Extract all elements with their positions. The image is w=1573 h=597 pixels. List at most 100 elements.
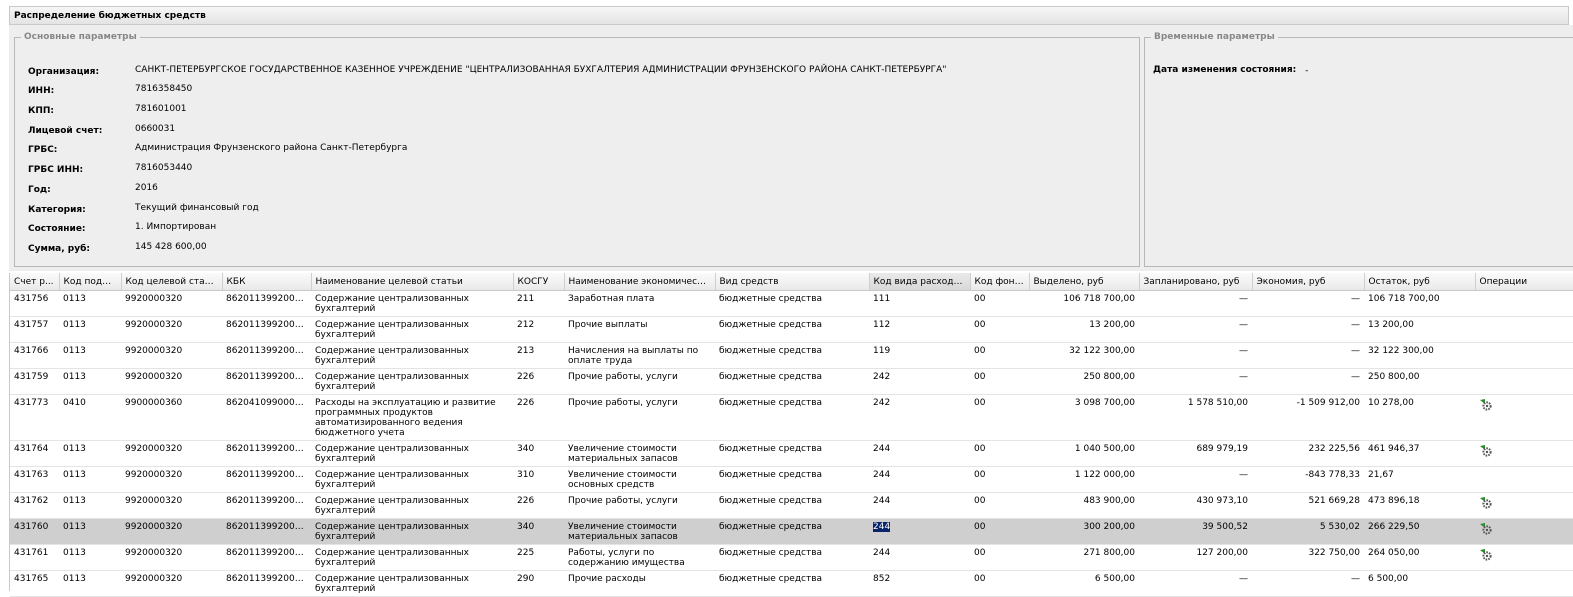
table-cell: Начисления на выплаты по оплате труда xyxy=(564,342,715,369)
table-cell: 431759 xyxy=(10,368,59,395)
table-cell: 213 xyxy=(513,342,564,369)
table-cell: 86204109900000... xyxy=(222,394,311,441)
column-header[interactable]: Счет р... xyxy=(10,273,60,291)
gear-icon[interactable] xyxy=(1479,444,1493,457)
column-header[interactable]: Наименование целевой статьи xyxy=(311,273,514,291)
column-header[interactable]: Вид средств xyxy=(715,273,870,291)
table-cell: 00 xyxy=(970,492,1029,519)
table-cell: бюджетные средства xyxy=(715,316,869,343)
param-value: 145 428 600,00 xyxy=(135,242,207,252)
operations-cell xyxy=(1475,342,1573,369)
column-header[interactable]: Экономия, руб xyxy=(1252,273,1365,291)
table-cell: 431762 xyxy=(10,492,59,519)
table-row[interactable]: 431756 0113 9920000320 86201139920000... Сод… xyxy=(10,290,1573,317)
table-cell: Увеличение стоимости основных средств xyxy=(564,466,715,493)
gear-icon[interactable] xyxy=(1479,548,1493,561)
param-value: 1. Импортирован xyxy=(135,222,217,232)
table-cell: Расходы на эксплуатацию и развитие прогр… xyxy=(311,394,513,441)
table-row[interactable]: 431765 0113 9920000320 86201139920000... Сод… xyxy=(10,570,1573,597)
table-row[interactable]: 431764 0113 9920000320 86201139920000... Сод… xyxy=(10,440,1573,467)
column-header[interactable]: Код подра... xyxy=(59,273,122,291)
table-cell: 266 229,50 xyxy=(1364,518,1475,545)
table-cell: бюджетные средства xyxy=(715,394,869,441)
table-row[interactable]: 431757 0113 9920000320 86201139920000... Сод… xyxy=(10,316,1573,343)
table-cell: — xyxy=(1252,290,1364,317)
table-cell: — xyxy=(1139,466,1252,493)
state-change-date-value: - xyxy=(1305,66,1309,76)
table-cell: 211 xyxy=(513,290,564,317)
table-row[interactable]: 431766 0113 9920000320 86201139920000... Сод… xyxy=(10,342,1573,369)
table-cell: 244 xyxy=(869,518,970,545)
table-row[interactable]: 431763 0113 9920000320 86201139920000... Сод… xyxy=(10,466,1573,493)
table-cell: Содержание централизованных бухгалтерий xyxy=(311,440,513,467)
budget-grid: Счет р... Код подра... Код целевой статьи К… xyxy=(9,273,1573,597)
table-cell: 0113 xyxy=(59,492,121,519)
table-cell: — xyxy=(1139,570,1252,597)
param-label: Категория: xyxy=(28,205,86,215)
table-cell: 431766 xyxy=(10,342,59,369)
column-header[interactable]: КОСГУ xyxy=(513,273,565,291)
gear-icon[interactable] xyxy=(1479,496,1493,509)
column-header[interactable]: Код вида расходов ... xyxy=(869,273,971,291)
param-label: Лицевой счет: xyxy=(28,126,103,136)
table-cell: Содержание централизованных бухгалтерий xyxy=(311,466,513,493)
table-cell: 0410 xyxy=(59,394,121,441)
param-row: Сумма, руб: 145 428 600,00 xyxy=(28,241,207,257)
table-cell: 0113 xyxy=(59,290,121,317)
table-cell: 32 122 300,00 xyxy=(1029,342,1139,369)
param-row: Год: 2016 xyxy=(28,182,158,198)
window-title: Распределение бюджетных средств xyxy=(9,6,1569,25)
table-cell: 5 530,02 xyxy=(1252,518,1364,545)
table-cell: Увеличение стоимости материальных запасо… xyxy=(564,518,715,545)
table-cell: 271 800,00 xyxy=(1029,544,1139,571)
param-value: 781601001 xyxy=(135,104,187,114)
table-cell: 86201139920000... xyxy=(222,342,311,369)
table-cell: 10 278,00 xyxy=(1364,394,1475,441)
column-header[interactable]: Наименование экономической ... xyxy=(564,273,716,291)
table-cell: 431763 xyxy=(10,466,59,493)
table-cell: Содержание централизованных бухгалтерий xyxy=(311,342,513,369)
table-cell: 00 xyxy=(970,466,1029,493)
table-row[interactable]: 431762 0113 9920000320 86201139920000... Сод… xyxy=(10,492,1573,519)
gear-icon[interactable] xyxy=(1479,522,1493,535)
table-cell: Содержание централизованных бухгалтерий xyxy=(311,570,513,597)
column-header[interactable]: Запланировано, руб xyxy=(1139,273,1253,291)
operations-cell xyxy=(1475,394,1573,441)
table-cell: 250 800,00 xyxy=(1029,368,1139,395)
time-params-legend: Временные параметры xyxy=(1154,32,1275,42)
table-cell: 119 xyxy=(869,342,970,369)
table-cell: бюджетные средства xyxy=(715,290,869,317)
table-row[interactable]: 431760 0113 9920000320 86201139920000... Сод… xyxy=(10,518,1573,545)
operations-cell xyxy=(1475,290,1573,317)
table-cell: 00 xyxy=(970,342,1029,369)
gear-icon[interactable] xyxy=(1479,398,1493,411)
table-cell: Прочие работы, услуги xyxy=(564,492,715,519)
table-cell: 431764 xyxy=(10,440,59,467)
table-cell: 431773 xyxy=(10,394,59,441)
column-header[interactable]: КБК xyxy=(222,273,312,291)
table-cell: 0113 xyxy=(59,544,121,571)
table-cell: 86201139920000... xyxy=(222,316,311,343)
column-header[interactable]: Код целевой статьи xyxy=(121,273,223,291)
table-cell: 226 xyxy=(513,394,564,441)
table-cell: 86201139920000... xyxy=(222,440,311,467)
column-header[interactable]: Код фонда xyxy=(970,273,1030,291)
column-header[interactable]: Операции xyxy=(1475,273,1573,291)
column-header[interactable]: Выделено, руб xyxy=(1029,273,1140,291)
table-cell: 310 xyxy=(513,466,564,493)
table-row[interactable]: 431773 0410 9900000360 86204109900000... Рас… xyxy=(10,394,1573,441)
column-header[interactable]: Остаток, руб xyxy=(1364,273,1476,291)
table-cell: бюджетные средства xyxy=(715,342,869,369)
table-cell: 86201139920000... xyxy=(222,492,311,519)
table-cell: 290 xyxy=(513,570,564,597)
table-row[interactable]: 431759 0113 9920000320 86201139920000... Сод… xyxy=(10,368,1573,395)
table-row[interactable]: 431761 0113 9920000320 86201139920000... Сод… xyxy=(10,544,1573,571)
state-change-date-label: Дата изменения состояния: xyxy=(1153,65,1297,75)
table-cell: 431765 xyxy=(10,570,59,597)
param-row: ИНН: 7816358450 xyxy=(28,83,192,99)
table-cell: 250 800,00 xyxy=(1364,368,1475,395)
selected-cell-text[interactable]: 244 xyxy=(873,522,891,532)
operations-cell xyxy=(1475,316,1573,343)
table-cell: 9920000320 xyxy=(121,368,222,395)
table-cell: 242 xyxy=(869,368,970,395)
